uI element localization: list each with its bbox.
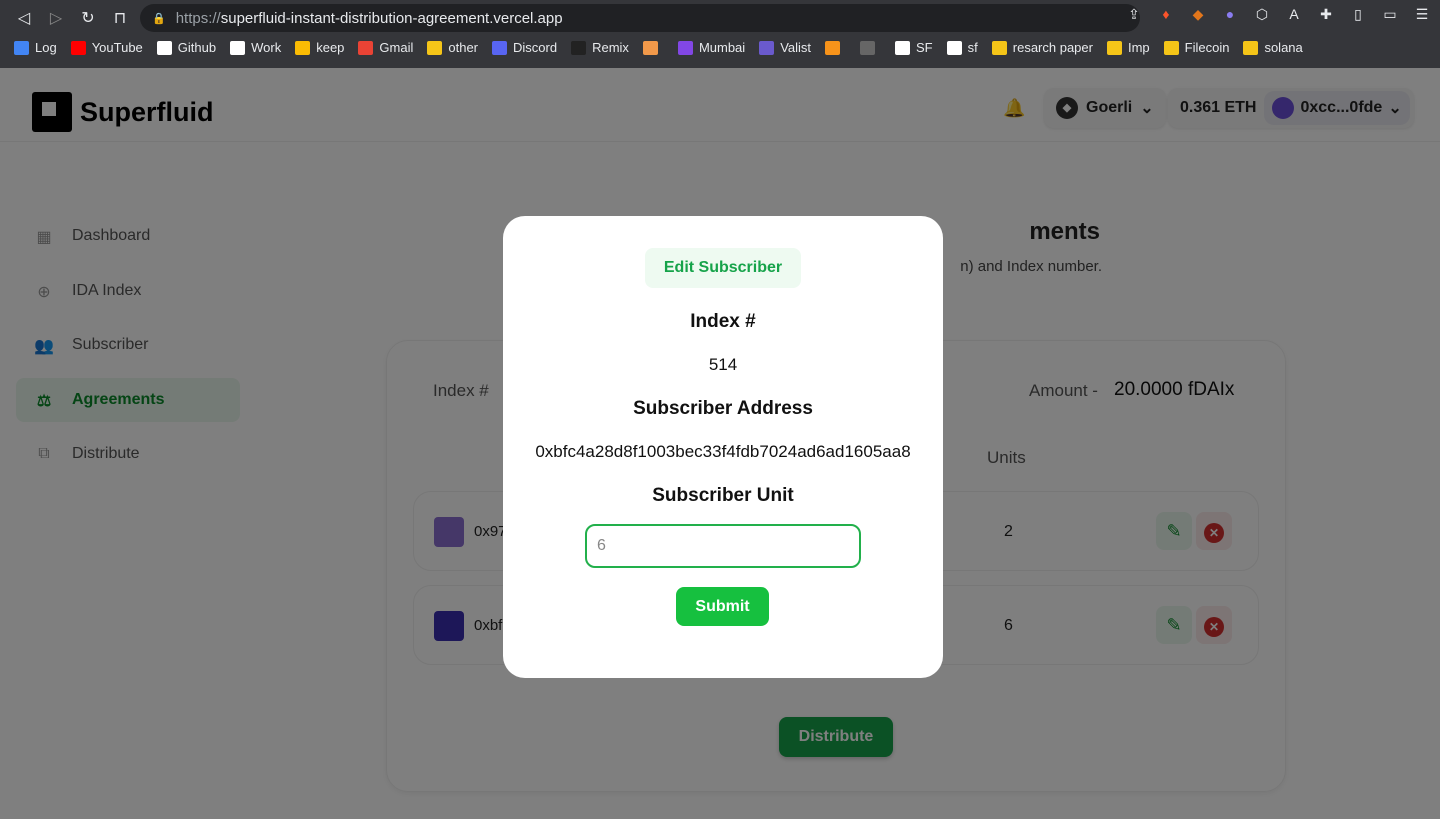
- bookmark-favicon-icon: [1163, 40, 1179, 55]
- extension-icon[interactable]: ●: [1220, 6, 1240, 23]
- bookmark-item[interactable]: Log: [14, 40, 57, 55]
- bookmark-favicon-icon: [14, 40, 29, 55]
- sidebar-icon[interactable]: ▯: [1348, 6, 1368, 23]
- subscriber-unit-input[interactable]: [585, 524, 861, 568]
- bookmark-label: Valist: [780, 40, 812, 55]
- bookmark-favicon-icon: [642, 40, 658, 55]
- bookmark-label: SF: [916, 40, 933, 55]
- bookmark-label: Remix: [592, 40, 629, 55]
- bookmark-item[interactable]: Filecoin: [1163, 40, 1230, 55]
- bookmark-item[interactable]: Gmail: [358, 40, 413, 55]
- bookmark-favicon-icon: [492, 40, 508, 55]
- bookmark-favicon-icon: [860, 40, 876, 55]
- index-value: 514: [708, 355, 738, 374]
- bookmark-item[interactable]: sf: [946, 40, 978, 55]
- edit-subscriber-modal: Edit Subscriber Index # 514 Subscriber A…: [503, 216, 943, 678]
- bookmark-favicon-icon: [358, 40, 374, 55]
- bookmark-item[interactable]: [642, 40, 664, 55]
- translate-icon[interactable]: A: [1284, 6, 1304, 23]
- bookmark-label: resarch paper: [1012, 40, 1093, 55]
- bookmark-item[interactable]: Imp: [1106, 40, 1150, 55]
- bookmark-label: other: [448, 40, 479, 55]
- bookmark-item[interactable]: [825, 40, 846, 55]
- menu-icon[interactable]: ☰: [1412, 6, 1432, 23]
- back-icon[interactable]: ◁: [8, 8, 40, 28]
- bookmark-label: Filecoin: [1184, 40, 1230, 55]
- bookmark-item[interactable]: Valist: [759, 40, 811, 55]
- url-protocol: https://: [175, 9, 221, 27]
- share-icon[interactable]: ⇪: [1124, 6, 1144, 23]
- bookmark-favicon-icon: [295, 40, 311, 55]
- wallet-icon[interactable]: ▭: [1380, 6, 1400, 23]
- bookmark-favicon-icon: [946, 40, 962, 55]
- puzzle-icon[interactable]: ✚: [1316, 6, 1336, 23]
- submit-button[interactable]: Submit: [676, 587, 769, 626]
- bookmark-item[interactable]: other: [427, 40, 478, 55]
- lock-icon: 🔒: [152, 12, 166, 25]
- modal-title: Edit Subscriber: [645, 248, 801, 288]
- bookmark-label: YouTube: [91, 40, 143, 55]
- bookmark-favicon-icon: [677, 40, 693, 55]
- bookmark-item[interactable]: keep: [295, 40, 344, 55]
- bookmark-label: Log: [35, 40, 57, 55]
- bookmark-item[interactable]: Remix: [571, 40, 629, 55]
- bookmark-item[interactable]: Github: [156, 40, 217, 55]
- metamask-icon[interactable]: ◆: [1188, 6, 1208, 23]
- reload-icon[interactable]: ↻: [72, 8, 104, 28]
- bookmark-label: solana: [1264, 40, 1303, 55]
- address-value: 0xbfc4a28d8f1003bec33f4fdb7024ad6ad1605a…: [535, 442, 911, 461]
- bookmark-favicon-icon: [1243, 40, 1259, 55]
- browser-chrome: ◁ ▷ ↻ ⊓ 🔒 https://superfluid-instant-dis…: [0, 0, 1440, 68]
- bookmark-item[interactable]: YouTube: [70, 40, 143, 55]
- bookmark-label: sf: [967, 40, 978, 55]
- bookmark-label: Discord: [513, 40, 558, 55]
- bookmark-item[interactable]: SF: [895, 40, 933, 55]
- bookmark-favicon-icon: [895, 40, 911, 55]
- bookmark-favicon-icon: [156, 40, 172, 55]
- bookmark-favicon-icon: [991, 40, 1007, 55]
- bookmark-label: Mumbai: [698, 40, 746, 55]
- bookmark-icon[interactable]: ⊓: [104, 8, 136, 28]
- unit-label: Subscriber Unit: [652, 485, 794, 506]
- bookmark-label: Github: [177, 40, 217, 55]
- bookmark-favicon-icon: [70, 40, 86, 55]
- cube-icon[interactable]: ⬡: [1252, 6, 1272, 23]
- bookmark-favicon-icon: [230, 40, 246, 55]
- bookmark-label: Work: [251, 40, 282, 55]
- bookmark-favicon-icon: [825, 40, 841, 55]
- bookmark-item[interactable]: [860, 40, 881, 55]
- bookmark-favicon-icon: [571, 40, 587, 55]
- forward-icon[interactable]: ▷: [40, 8, 72, 28]
- bookmark-label: keep: [316, 40, 345, 55]
- address-bar[interactable]: 🔒 https://superfluid-instant-distributio…: [140, 4, 1140, 32]
- bookmark-item[interactable]: resarch paper: [991, 40, 1093, 55]
- bookmark-label: Imp: [1127, 40, 1150, 55]
- bookmark-favicon-icon: [1106, 40, 1122, 55]
- url-host: superfluid-instant-distribution-agreemen…: [220, 9, 563, 27]
- bookmark-item[interactable]: solana: [1243, 40, 1303, 55]
- bookmark-item[interactable]: Discord: [492, 40, 557, 55]
- bookmark-item[interactable]: Mumbai: [677, 40, 746, 55]
- bookmark-label: Gmail: [379, 40, 414, 55]
- bookmark-item[interactable]: Work: [230, 40, 281, 55]
- bookmark-favicon-icon: [427, 40, 443, 55]
- address-label: Subscriber Address: [633, 398, 813, 419]
- index-label: Index #: [690, 311, 756, 332]
- bookmark-favicon-icon: [759, 40, 775, 55]
- brave-icon[interactable]: ♦: [1156, 6, 1176, 23]
